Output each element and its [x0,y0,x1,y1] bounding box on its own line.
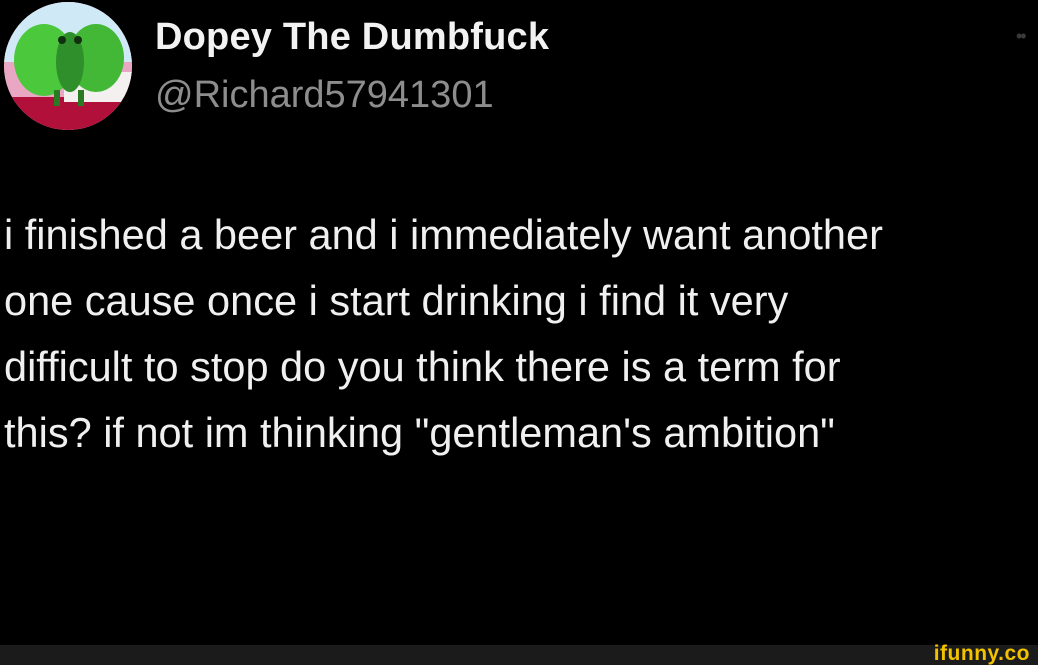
tweet-text: i finished a beer and i immediately want… [4,202,1034,466]
ifunny-watermark: ifunny.co [933,642,1030,665]
tweet-text-line: i finished a beer and i immediately want… [4,211,883,258]
avatar[interactable] [4,2,132,130]
display-name[interactable]: Dopey The Dumbfuck [155,16,549,59]
more-dots-icon[interactable]: •• [1016,26,1027,47]
tweet-text-line: one cause once i start drinking i find i… [4,277,789,324]
tweet-text-line: this? if not im thinking "gentleman's am… [4,409,835,456]
tweet-text-line: difficult to stop do you think there is … [4,343,841,390]
watermark-bar [0,645,1038,665]
green-character-avatar-icon [4,2,132,130]
tweet-card: Dopey The Dumbfuck @Richard57941301 •• i… [0,0,1038,645]
user-handle[interactable]: @Richard57941301 [155,74,494,117]
